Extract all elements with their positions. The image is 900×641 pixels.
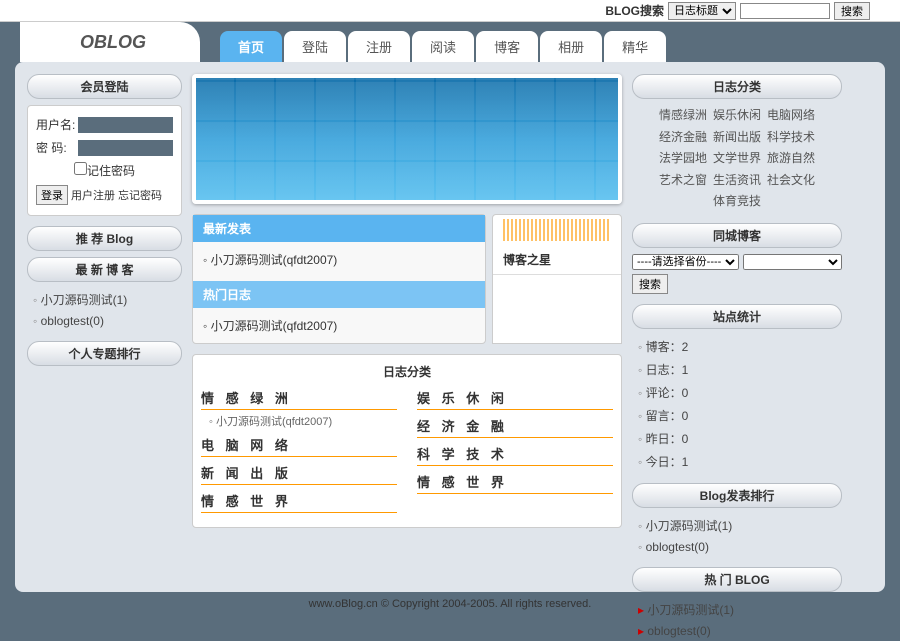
star-header: 博客之星	[493, 245, 621, 275]
publish-rank-list: 小刀源码测试(1) oblogtest(0)	[632, 514, 842, 557]
cat-name[interactable]: 新 闻 出 版	[201, 463, 397, 485]
tab-best[interactable]: 精华	[604, 31, 666, 62]
cat-name[interactable]: 经 济 金 融	[417, 416, 613, 438]
cat-name[interactable]: 情 感 世 界	[201, 491, 397, 513]
stat-item: 昨日：0	[638, 427, 842, 450]
stat-item: 博客：2	[638, 335, 842, 358]
stats-list: 博客：2 日志：1 评论：0 留言：0 昨日：0 今日：1	[632, 335, 842, 473]
hero-banner	[192, 74, 622, 204]
cat-name[interactable]: 科 学 技 术	[417, 444, 613, 466]
right-column: 日志分类 情感绿洲娱乐休闲电脑网络 经济金融新闻出版科学技术 法学园地文学世界旅…	[632, 74, 842, 580]
list-item[interactable]: 小刀源码测试(1)	[638, 598, 842, 621]
username-label: 用户名:	[36, 116, 78, 133]
login-button[interactable]: 登录	[36, 185, 68, 205]
password-label: 密 码:	[36, 139, 78, 156]
username-input[interactable]	[78, 117, 173, 133]
post-item[interactable]: 小刀源码测试(qfdt2007)	[203, 314, 475, 337]
newest-list: 小刀源码测试(1) oblogtest(0)	[27, 288, 182, 331]
recommend-title: 推 荐 Blog	[27, 226, 182, 251]
logo: OBLOG	[20, 22, 200, 62]
left-column: 会员登陆 用户名: 密 码: 记住密码 登录 用户注册 忘记密码 推 荐 Blo…	[27, 74, 182, 580]
post-item[interactable]: 小刀源码测试(qfdt2007)	[203, 248, 475, 271]
top-search-bar: BLOG搜索 日志标题 搜索	[0, 0, 900, 22]
header: OBLOG 首页 登陆 注册 阅读 博客 相册 精华	[0, 22, 900, 62]
right-cat-title: 日志分类	[632, 74, 842, 99]
search-label: BLOG搜索	[605, 2, 664, 19]
middle-column: 最新发表 小刀源码测试(qfdt2007) 热门日志 小刀源码测试(qfdt20…	[192, 74, 622, 580]
latest-header: 最新发表	[193, 215, 485, 242]
tag-link[interactable]: 旅游自然	[767, 151, 815, 165]
tag-link[interactable]: 体育竞技	[713, 194, 761, 208]
category-title: 日志分类	[201, 363, 613, 380]
search-type-select[interactable]: 日志标题	[668, 2, 736, 20]
tag-link[interactable]: 娱乐休闲	[713, 108, 761, 122]
province-select[interactable]: ----请选择省份----	[632, 254, 739, 270]
list-item[interactable]: 小刀源码测试(1)	[638, 514, 842, 537]
tag-link[interactable]: 新闻出版	[713, 130, 761, 144]
tag-link[interactable]: 法学园地	[659, 151, 707, 165]
cat-name[interactable]: 情 感 世 界	[417, 472, 613, 494]
tab-album[interactable]: 相册	[540, 31, 602, 62]
cat-name[interactable]: 情 感 绿 洲	[201, 388, 397, 410]
cat-name[interactable]: 电 脑 网 络	[201, 435, 397, 457]
newest-title: 最 新 博 客	[27, 257, 182, 282]
tag-link[interactable]: 艺术之窗	[659, 173, 707, 187]
city-search-button[interactable]: 搜索	[632, 274, 668, 294]
hot-blog-title: 热 门 BLOG	[632, 567, 842, 592]
stat-item: 评论：0	[638, 381, 842, 404]
main-content: 会员登陆 用户名: 密 码: 记住密码 登录 用户注册 忘记密码 推 荐 Blo…	[15, 62, 885, 592]
stat-item: 今日：1	[638, 450, 842, 473]
category-section: 日志分类 情 感 绿 洲小刀源码测试(qfdt2007) 电 脑 网 络 新 闻…	[192, 354, 622, 528]
stats-title: 站点统计	[632, 304, 842, 329]
remember-label: 记住密码	[87, 164, 135, 178]
city-title: 同城博客	[632, 223, 842, 248]
list-item[interactable]: 小刀源码测试(1)	[33, 288, 182, 311]
register-link[interactable]: 用户注册	[71, 187, 115, 203]
tag-link[interactable]: 电脑网络	[767, 108, 815, 122]
tab-home[interactable]: 首页	[220, 31, 282, 62]
tab-register[interactable]: 注册	[348, 31, 410, 62]
password-input[interactable]	[78, 140, 173, 156]
stat-item: 日志：1	[638, 358, 842, 381]
tab-read[interactable]: 阅读	[412, 31, 474, 62]
tab-login[interactable]: 登陆	[284, 31, 346, 62]
nav-tabs: 首页 登陆 注册 阅读 博客 相册 精华	[220, 31, 666, 62]
remember-checkbox[interactable]	[74, 162, 87, 175]
stat-item: 留言：0	[638, 404, 842, 427]
tag-link[interactable]: 科学技术	[767, 130, 815, 144]
login-panel-title: 会员登陆	[27, 74, 182, 99]
hot-blog-list: 小刀源码测试(1) oblogtest(0)	[632, 598, 842, 641]
rank-title: 个人专题排行	[27, 341, 182, 366]
tab-blog[interactable]: 博客	[476, 31, 538, 62]
cat-item[interactable]: 小刀源码测试(qfdt2007)	[201, 410, 397, 429]
forgot-link[interactable]: 忘记密码	[118, 187, 162, 203]
cat-name[interactable]: 娱 乐 休 闲	[417, 388, 613, 410]
tag-link[interactable]: 文学世界	[713, 151, 761, 165]
tag-link[interactable]: 生活资讯	[713, 173, 761, 187]
tag-cloud: 情感绿洲娱乐休闲电脑网络 经济金融新闻出版科学技术 法学园地文学世界旅游自然 艺…	[632, 105, 842, 213]
tag-link[interactable]: 情感绿洲	[659, 108, 707, 122]
latest-posts-box: 最新发表 小刀源码测试(qfdt2007) 热门日志 小刀源码测试(qfdt20…	[192, 214, 486, 344]
search-input[interactable]	[740, 3, 830, 19]
list-item[interactable]: oblogtest(0)	[638, 537, 842, 557]
login-box: 用户名: 密 码: 记住密码 登录 用户注册 忘记密码	[27, 105, 182, 216]
blog-star-box: 博客之星	[492, 214, 622, 344]
publish-rank-title: Blog发表排行	[632, 483, 842, 508]
list-item[interactable]: oblogtest(0)	[33, 311, 182, 331]
city-select[interactable]	[743, 254, 842, 270]
sparkline-icon	[503, 219, 611, 241]
tag-link[interactable]: 经济金融	[659, 130, 707, 144]
list-item[interactable]: oblogtest(0)	[638, 621, 842, 641]
hot-header: 热门日志	[193, 281, 485, 308]
tag-link[interactable]: 社会文化	[767, 173, 815, 187]
search-button[interactable]: 搜索	[834, 2, 870, 20]
